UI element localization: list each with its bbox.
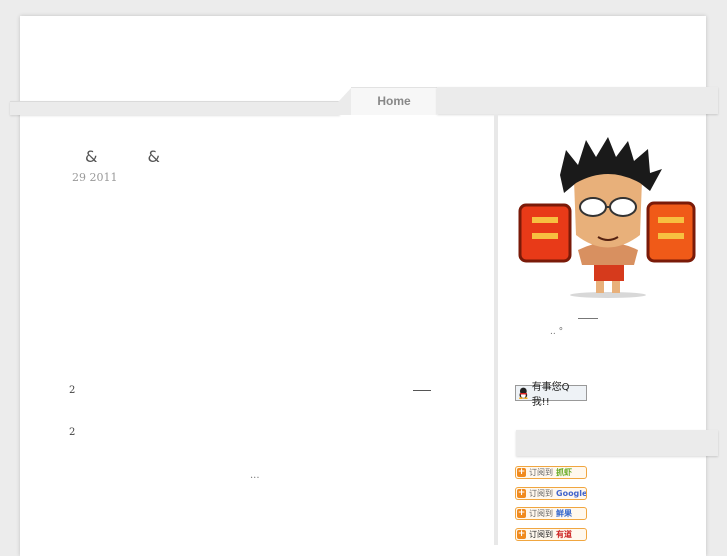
post-title-part: &	[85, 147, 98, 166]
subscribe-brand: 抓虾	[556, 468, 572, 477]
subscribe-brand: Google	[556, 489, 587, 498]
post-title[interactable]: & &	[85, 147, 210, 166]
penguin-icon	[518, 387, 528, 399]
post-date: 29 2011	[72, 171, 118, 184]
avatar-image	[518, 137, 696, 298]
subscribe-brand: 鲜果	[556, 509, 572, 518]
nav-bar-left	[10, 101, 340, 115]
nav-tab-home[interactable]: Home	[351, 87, 437, 115]
read-more-ellipsis[interactable]: ...	[250, 470, 260, 481]
post-text-line: 2	[69, 427, 76, 438]
subscribe-prefix: 订阅到	[529, 509, 553, 518]
subscribe-button[interactable]: + 订阅到 Google	[515, 487, 587, 500]
sidebar-section-header	[516, 430, 718, 456]
qq-contact-badge[interactable]: 有事您Q我!!	[515, 382, 587, 408]
subscribe-prefix: 订阅到	[529, 489, 553, 498]
nav-bar-right	[437, 87, 718, 114]
subscribe-button[interactable]: + 订阅到 鲜果	[515, 507, 587, 520]
plus-icon: +	[517, 529, 526, 539]
qq-badge-label: 有事您Q我!!	[531, 382, 570, 408]
post-dash	[413, 390, 431, 391]
plus-icon: +	[517, 467, 526, 477]
subscribe-button[interactable]: + 订阅到 抓虾	[515, 466, 587, 479]
subscribe-brand: 有道	[556, 530, 572, 539]
subscribe-button[interactable]: + 订阅到 有道	[515, 528, 587, 541]
subscribe-prefix: 订阅到	[529, 530, 553, 539]
subscribe-prefix: 订阅到	[529, 468, 553, 477]
sidebar-dash	[578, 318, 598, 319]
sidebar-note: .. °	[550, 327, 564, 337]
plus-icon: +	[517, 488, 526, 498]
post-title-part: &	[147, 147, 160, 166]
post-text-line: 2	[69, 385, 76, 396]
column-divider	[494, 114, 498, 545]
plus-icon: +	[517, 508, 526, 518]
